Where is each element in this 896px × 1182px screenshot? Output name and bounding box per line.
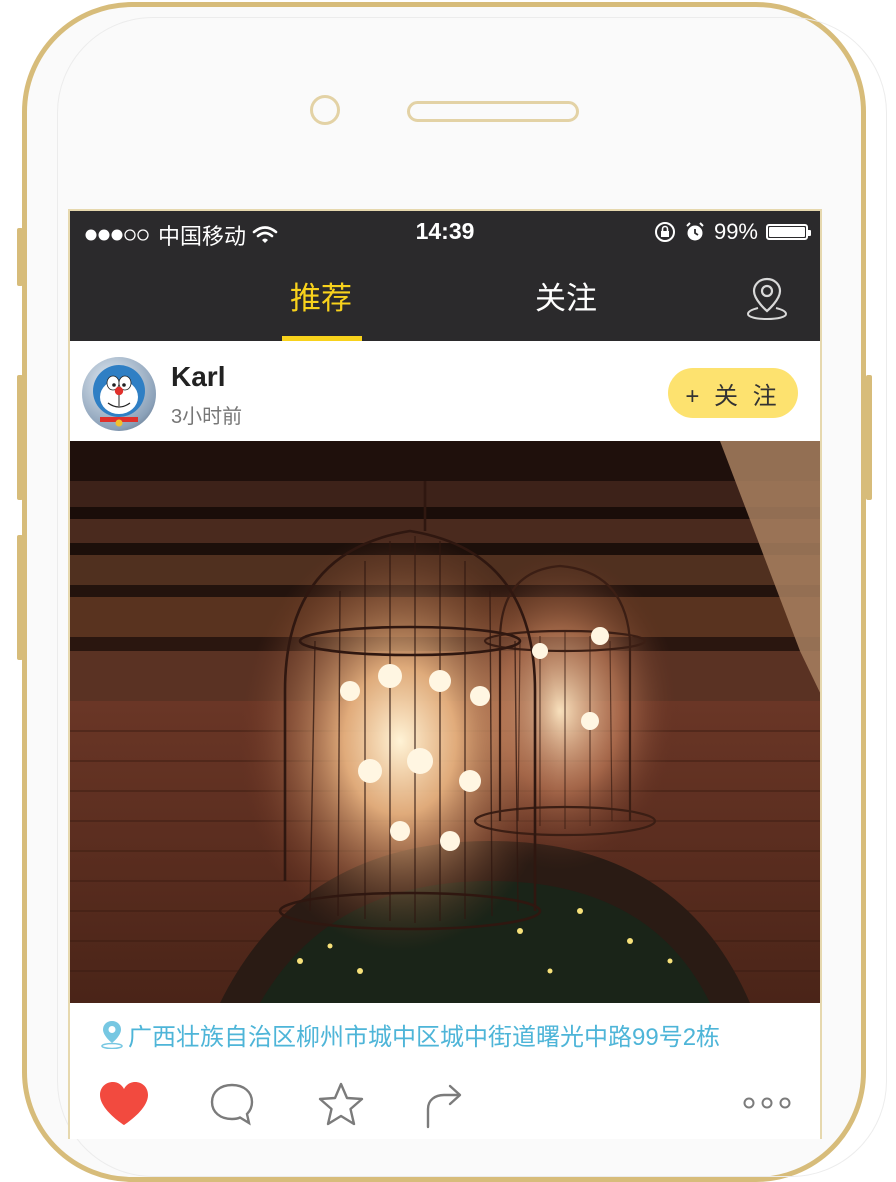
tab-recommend[interactable]: 推荐: [290, 273, 352, 318]
earpiece-speaker: [407, 101, 579, 122]
front-camera: [310, 95, 340, 125]
volume-up-button: [17, 375, 23, 500]
share-icon[interactable]: [422, 1081, 466, 1129]
battery-level: [769, 227, 805, 237]
location-text[interactable]: 广西壮族自治区柳州市城中区城中街道曙光中路99号2栋: [128, 1017, 720, 1052]
star-icon[interactable]: [316, 1081, 366, 1129]
post-time: 3小时前: [171, 406, 243, 428]
avatar[interactable]: [82, 357, 156, 431]
follow-button[interactable]: + 关 注: [668, 368, 798, 418]
power-button: [866, 375, 872, 500]
mute-switch: [17, 228, 23, 286]
volume-down-button: [17, 535, 23, 660]
rotation-lock-icon: [654, 222, 675, 242]
map-pin-icon[interactable]: [744, 275, 790, 321]
more-icon[interactable]: [742, 1095, 792, 1111]
app-screen: 中国移动 14:39 99% 推荐 关注 Karl 3小时前 + 关 注 广西壮…: [68, 209, 822, 1139]
chandelier-photo: [70, 441, 820, 1003]
post-actions: [70, 1069, 820, 1139]
status-bar: 中国移动 14:39 99%: [70, 211, 820, 255]
post-photo[interactable]: [70, 441, 820, 1003]
comment-icon[interactable]: [208, 1081, 256, 1129]
post-header: Karl 3小时前 + 关 注: [70, 341, 820, 441]
tab-following[interactable]: 关注: [535, 273, 597, 318]
alarm-icon: [686, 222, 704, 241]
battery-tip: [808, 230, 811, 236]
avatar-image: [93, 365, 145, 427]
location-pin-icon: [101, 1021, 123, 1049]
battery-percent: 99%: [713, 219, 758, 244]
battery-icon: [766, 224, 811, 240]
status-right: 99%: [654, 219, 811, 245]
heart-icon[interactable]: [98, 1081, 150, 1127]
post-username[interactable]: Karl: [171, 361, 225, 393]
top-nav: 推荐 关注: [70, 255, 820, 341]
location-row[interactable]: 广西壮族自治区柳州市城中区城中街道曙光中路99号2栋: [70, 1003, 820, 1069]
